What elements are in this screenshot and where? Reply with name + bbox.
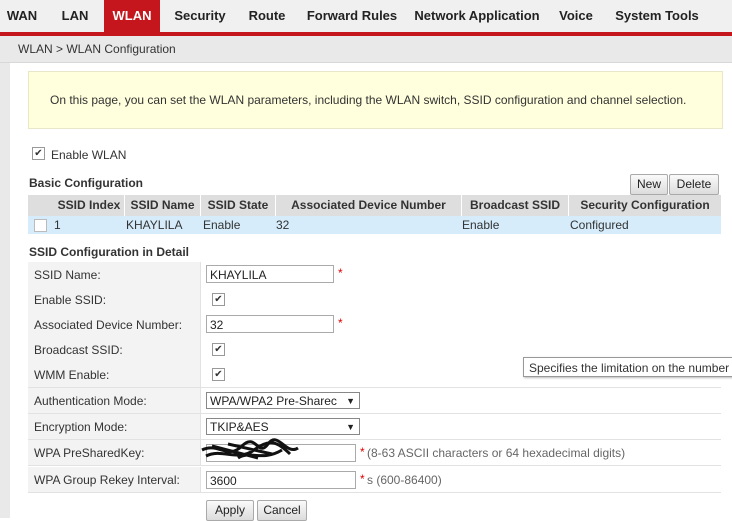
cell-security-configuration: Configured [570,218,629,232]
left-strip [0,63,10,518]
enable-ssid-checkbox[interactable]: ✔ [212,293,225,306]
auth-label: Authentication Mode: [34,394,147,408]
ssid-name-input[interactable]: KHAYLILA [206,265,334,283]
required-mark: * [338,316,343,330]
enable-wlan-label: Enable WLAN [51,148,127,162]
info-box: On this page, you can set the WLAN param… [28,71,723,129]
dropdown-arrow-icon: ▼ [346,422,355,432]
cell-broadcast-ssid: Enable [462,218,500,232]
row-group-rekey-interval: WPA Group Rekey Interval: 3600 * s (600-… [28,467,721,493]
row-encryption-mode: Encryption Mode: TKIP&AES ▼ [28,414,721,440]
broadcast-ssid-checkbox[interactable]: ✔ [212,343,225,356]
new-button[interactable]: New [630,174,668,195]
ssid-name-label: SSID Name: [34,268,101,282]
tab-system-tools[interactable]: System Tools [610,0,704,32]
cell-associated-devices: 32 [276,218,290,232]
row-authentication-mode: Authentication Mode: WPA/WPA2 Pre-Sharec… [28,388,721,414]
required-mark: * [360,472,365,486]
encryption-mode-select[interactable]: TKIP&AES ▼ [206,418,360,435]
row-associated-device-number: Associated Device Number: 32 * [28,312,721,338]
row-select-checkbox[interactable] [34,219,47,232]
tab-wlan[interactable]: WLAN [104,0,160,36]
cell-ssid-state: Enable [203,218,241,232]
col-associated-device-number: Associated Device Number [291,198,446,212]
rekey-label: WPA Group Rekey Interval: [34,473,180,487]
auth-mode-select[interactable]: WPA/WPA2 Pre-Sharec ▼ [206,392,360,409]
redaction-scribble-icon [201,438,299,460]
breadcrumb-text: WLAN > WLAN Configuration [18,42,176,56]
cell-ssid-name: KHAYLILA [126,218,183,232]
rekey-hint: s (600-86400) [367,473,442,487]
row-wpa-presharedkey: WPA PreSharedKey: * (8-63 ASCII characte… [28,438,721,466]
enable-ssid-label: Enable SSID: [34,293,107,307]
wmm-label: WMM Enable: [34,368,110,382]
info-text: On this page, you can set the WLAN param… [50,93,687,107]
cell-ssid-index: 1 [54,218,61,232]
tooltip: Specifies the limitation on the number [523,357,732,377]
table-header: SSID Index SSID Name SSID State Associat… [28,195,721,216]
psk-hint: (8-63 ASCII characters or 64 hexadecimal… [367,446,626,460]
required-mark: * [360,445,365,459]
tab-wan[interactable]: WAN [0,0,44,32]
row-enable-ssid: Enable SSID: ✔ [28,287,721,313]
tab-network-application[interactable]: Network Application [412,0,542,32]
broadcast-label: Broadcast SSID: [34,343,123,357]
enc-label: Encryption Mode: [34,420,128,434]
col-security-configuration: Security Configuration [580,198,710,212]
enable-wlan-checkbox[interactable]: ✔ [32,147,45,160]
col-ssid-index: SSID Index [57,198,121,212]
tab-lan[interactable]: LAN [52,0,98,32]
basic-config-title: Basic Configuration [29,176,144,190]
top-nav: WAN LAN WLAN Security Route Forward Rule… [0,0,732,36]
dropdown-arrow-icon: ▼ [346,396,355,406]
tab-voice[interactable]: Voice [552,0,600,32]
col-ssid-name: SSID Name [130,198,195,212]
tab-security[interactable]: Security [168,0,232,32]
required-mark: * [338,266,343,280]
breadcrumb: WLAN > WLAN Configuration [0,36,732,63]
assoc-label: Associated Device Number: [34,318,183,332]
tab-route[interactable]: Route [242,0,292,32]
encryption-mode-value: TKIP&AES [210,420,269,434]
tab-forward-rules[interactable]: Forward Rules [302,0,402,32]
col-ssid-state: SSID State [207,198,269,212]
auth-mode-value: WPA/WPA2 Pre-Sharec [210,394,337,408]
wmm-enable-checkbox[interactable]: ✔ [212,368,225,381]
col-broadcast-ssid: Broadcast SSID [469,198,561,212]
psk-label: WPA PreSharedKey: [34,446,145,460]
assoc-device-input[interactable]: 32 [206,315,334,333]
rekey-input[interactable]: 3600 [206,471,356,489]
row-ssid-name: SSID Name: KHAYLILA * [28,262,721,288]
table-row[interactable]: 1 KHAYLILA Enable 32 Enable Configured [28,216,721,234]
delete-button[interactable]: Delete [669,174,719,195]
detail-title: SSID Configuration in Detail [29,245,190,259]
